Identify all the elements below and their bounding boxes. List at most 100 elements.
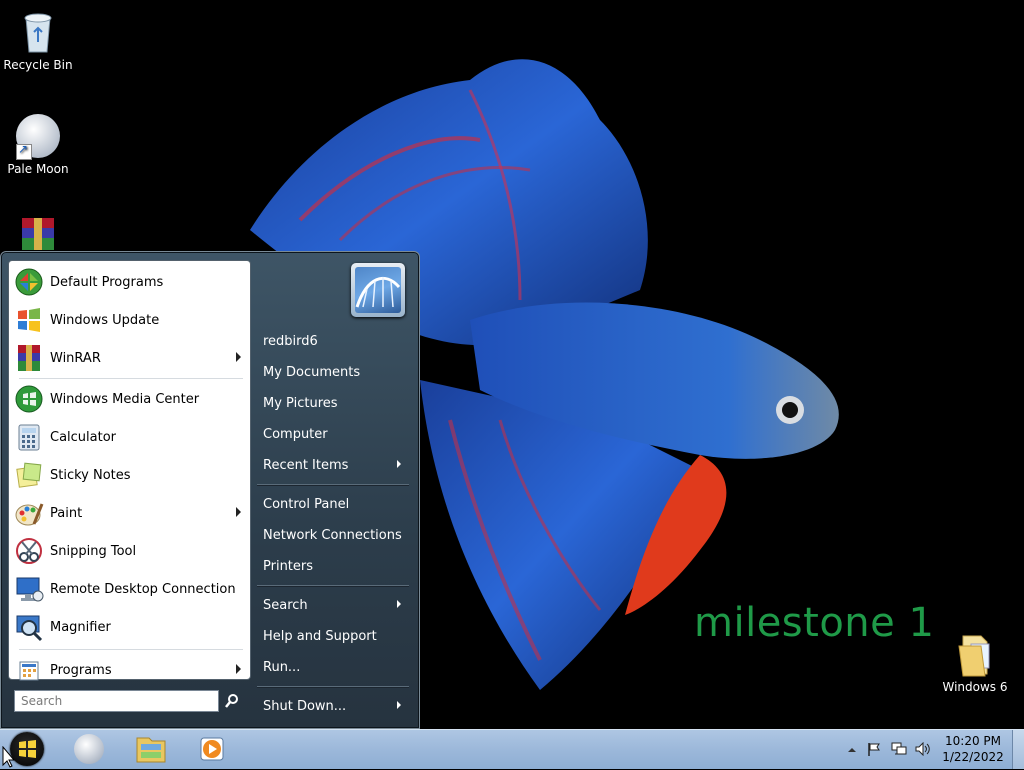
recycle-bin-icon bbox=[14, 8, 62, 56]
places-item-help-and-support[interactable]: Help and Support bbox=[251, 622, 411, 650]
menu-item-label: Windows Update bbox=[50, 312, 160, 328]
search-icon[interactable] bbox=[224, 693, 240, 709]
places-item-my-pictures[interactable]: My Pictures bbox=[251, 389, 411, 417]
menu-item-label: Programs bbox=[50, 662, 112, 678]
places-item-my-documents[interactable]: My Documents bbox=[251, 358, 411, 386]
start-menu-places-pane: redbird6 My Documents My Pictures Comput… bbox=[251, 260, 417, 726]
menu-separator bbox=[257, 686, 409, 688]
submenu-arrow-icon bbox=[236, 507, 241, 517]
places-item-control-panel[interactable]: Control Panel bbox=[251, 490, 411, 518]
menu-item-label: Magnifier bbox=[50, 619, 111, 635]
submenu-arrow-icon bbox=[236, 664, 241, 674]
menu-item-windows-media-center[interactable]: Windows Media Center bbox=[9, 381, 250, 417]
places-item-computer[interactable]: Computer bbox=[251, 420, 411, 448]
menu-item-default-programs[interactable]: Default Programs bbox=[9, 264, 250, 300]
desktop-icon-label: Windows 6 bbox=[942, 680, 1008, 694]
places-item-search[interactable]: Search bbox=[251, 591, 411, 619]
clock-time: 10:20 PM bbox=[945, 734, 1001, 748]
menu-item-remote-desktop-connection[interactable]: Remote Desktop Connection bbox=[9, 571, 250, 607]
magnifier-icon bbox=[14, 612, 44, 642]
default-programs-icon bbox=[14, 267, 44, 297]
menu-item-label: Sticky Notes bbox=[50, 467, 131, 483]
places-item-printers[interactable]: Printers bbox=[251, 552, 411, 580]
volume-icon[interactable] bbox=[915, 741, 930, 757]
taskbar-media-player-button[interactable] bbox=[187, 732, 235, 766]
shut-down-button[interactable]: Shut Down... bbox=[251, 692, 411, 720]
menu-item-label: WinRAR bbox=[50, 350, 101, 366]
menu-item-label: Paint bbox=[50, 505, 83, 521]
taskbar-clock[interactable]: 10:20 PM 1/22/2022 bbox=[935, 733, 1011, 765]
network-icon[interactable] bbox=[891, 742, 907, 756]
show-hidden-icons-icon[interactable] bbox=[845, 743, 859, 757]
places-item-label: redbird6 bbox=[263, 333, 318, 349]
desktop-icon-pale-moon[interactable]: Pale Moon bbox=[0, 112, 76, 176]
places-item-label: Network Connections bbox=[263, 527, 402, 543]
media-center-icon bbox=[14, 384, 44, 414]
menu-separator bbox=[19, 649, 243, 650]
desktop-icon-label: Recycle Bin bbox=[3, 58, 73, 72]
submenu-arrow-icon bbox=[397, 701, 401, 709]
start-search-input[interactable] bbox=[14, 690, 219, 712]
folder-icon bbox=[951, 630, 999, 678]
desktop-icon-windows-6-folder[interactable]: Windows 6 bbox=[937, 630, 1013, 694]
submenu-arrow-icon bbox=[397, 460, 401, 468]
menu-item-all-programs[interactable]: Programs bbox=[9, 652, 250, 688]
start-menu: Default Programs Windows Update WinRAR W… bbox=[0, 251, 420, 729]
pale-moon-icon bbox=[14, 112, 62, 160]
menu-item-label: Remote Desktop Connection bbox=[50, 581, 236, 597]
taskbar-pale-moon-button[interactable] bbox=[65, 732, 113, 766]
places-item-label: Run... bbox=[263, 659, 301, 675]
menu-item-calculator[interactable]: Calculator bbox=[9, 419, 250, 455]
places-item-user[interactable]: redbird6 bbox=[251, 327, 411, 355]
start-search-area bbox=[8, 684, 249, 718]
start-menu-programs-pane: Default Programs Windows Update WinRAR W… bbox=[8, 260, 251, 681]
places-item-network-connections[interactable]: Network Connections bbox=[251, 521, 411, 549]
menu-item-sticky-notes[interactable]: Sticky Notes bbox=[9, 457, 250, 493]
snipping-tool-icon bbox=[14, 536, 44, 566]
menu-item-magnifier[interactable]: Magnifier bbox=[9, 609, 250, 645]
desktop-icon-label: Pale Moon bbox=[7, 162, 69, 176]
menu-item-snipping-tool[interactable]: Snipping Tool bbox=[9, 533, 250, 569]
menu-item-label: Default Programs bbox=[50, 274, 164, 290]
places-item-label: Printers bbox=[263, 558, 314, 574]
menu-separator bbox=[19, 378, 243, 379]
shortcut-arrow-icon bbox=[16, 142, 32, 160]
user-account-picture[interactable] bbox=[351, 263, 405, 317]
paint-icon bbox=[14, 498, 44, 528]
menu-separator bbox=[257, 484, 409, 486]
programs-folder-icon bbox=[14, 655, 44, 685]
desktop-watermark-text: milestone 1 bbox=[694, 600, 935, 646]
pale-moon-icon bbox=[74, 734, 104, 764]
places-item-label: Shut Down... bbox=[263, 698, 347, 714]
places-item-label: Help and Support bbox=[263, 628, 377, 644]
menu-item-paint[interactable]: Paint bbox=[9, 495, 250, 531]
winrar-icon bbox=[14, 343, 44, 373]
taskbar: 10:20 PM 1/22/2022 bbox=[0, 729, 1024, 769]
sticky-notes-icon bbox=[14, 460, 44, 490]
submenu-arrow-icon bbox=[236, 352, 241, 362]
menu-item-label: Snipping Tool bbox=[50, 543, 137, 559]
menu-item-label: Windows Media Center bbox=[50, 391, 200, 407]
menu-item-label: Calculator bbox=[50, 429, 117, 445]
action-center-flag-icon[interactable] bbox=[867, 742, 881, 756]
places-item-run[interactable]: Run... bbox=[251, 653, 411, 681]
desktop-icon-recycle-bin[interactable]: Recycle Bin bbox=[0, 8, 76, 72]
submenu-arrow-icon bbox=[397, 600, 401, 608]
places-item-label: Control Panel bbox=[263, 496, 350, 512]
taskbar-file-explorer-button[interactable] bbox=[127, 732, 175, 766]
places-item-recent-items[interactable]: Recent Items bbox=[251, 451, 411, 479]
menu-separator bbox=[257, 585, 409, 587]
places-item-label: My Pictures bbox=[263, 395, 338, 411]
menu-item-windows-update[interactable]: Windows Update bbox=[9, 302, 250, 338]
show-desktop-button[interactable] bbox=[1012, 730, 1024, 769]
media-player-icon bbox=[200, 737, 224, 761]
places-item-label: Recent Items bbox=[263, 457, 349, 473]
mouse-pointer-icon bbox=[2, 746, 16, 768]
file-explorer-icon bbox=[136, 737, 166, 763]
menu-item-winrar[interactable]: WinRAR bbox=[9, 340, 250, 376]
clock-date: 1/22/2022 bbox=[942, 750, 1004, 764]
rollercoaster-picture-icon bbox=[355, 267, 401, 313]
calculator-icon bbox=[14, 422, 44, 452]
windows-update-icon bbox=[14, 305, 44, 335]
places-item-label: Search bbox=[263, 597, 308, 613]
